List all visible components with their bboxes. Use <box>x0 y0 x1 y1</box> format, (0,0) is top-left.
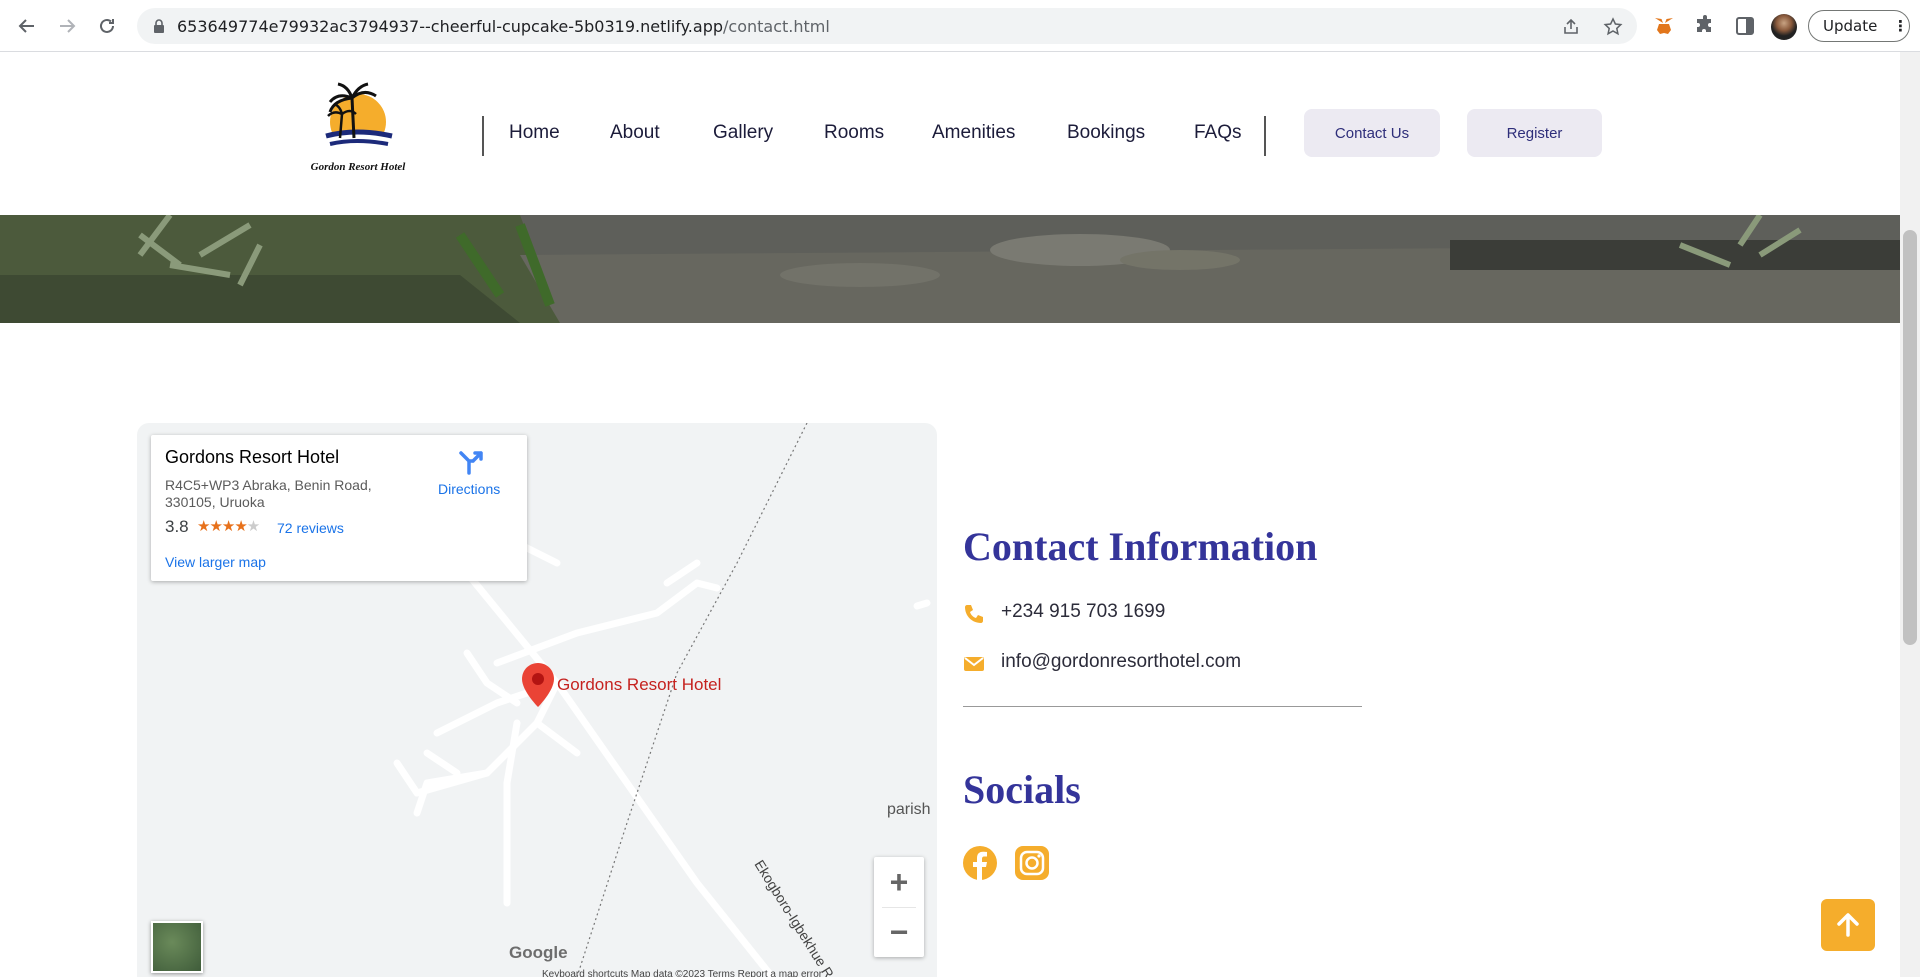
rating-stars: ★★★★★ <box>197 518 260 535</box>
place-rating: 3.8 <box>165 517 189 536</box>
map-parish-label: parish <box>887 801 931 818</box>
back-to-top-button[interactable] <box>1821 899 1875 951</box>
hero-photo-illustration <box>0 215 1900 323</box>
google-map-embed[interactable]: Gordons Resort Hotel parish Ekogboro-Igb… <box>137 423 937 977</box>
bookmark-star-icon[interactable] <box>1603 17 1623 37</box>
register-button[interactable]: Register <box>1467 109 1602 157</box>
arrow-up-icon <box>1837 913 1859 937</box>
map-place-card: Gordons Resort Hotel R4C5+WP3 Abraka, Be… <box>151 435 527 581</box>
browser-toolbar: 653649774e79932ac3794937--cheerful-cupca… <box>0 0 1920 52</box>
site-header: Gordon Resort Hotel Home About Gallery R… <box>0 52 1900 215</box>
contact-email[interactable]: info@gordonresorthotel.com <box>1001 651 1241 673</box>
nav-bookings[interactable]: Bookings <box>1067 122 1145 144</box>
google-logo: Google <box>509 943 568 962</box>
address-bar[interactable]: 653649774e79932ac3794937--cheerful-cupca… <box>137 8 1637 44</box>
section-divider <box>963 706 1362 707</box>
side-panel-icon[interactable] <box>1733 14 1757 38</box>
forward-icon[interactable] <box>54 13 80 39</box>
nav-faqs[interactable]: FAQs <box>1194 122 1242 144</box>
place-address: R4C5+WP3 Abraka, Benin Road, 330105, Uru… <box>165 477 372 510</box>
envelope-icon <box>964 657 984 671</box>
share-icon[interactable] <box>1561 17 1581 37</box>
map-pin-icon[interactable] <box>522 663 554 707</box>
nav-rooms[interactable]: Rooms <box>824 122 884 144</box>
instagram-icon[interactable] <box>1014 845 1050 881</box>
contact-heading: Contact Information <box>963 524 1318 569</box>
satellite-layer-toggle[interactable] <box>151 921 203 973</box>
update-button[interactable]: Update ⋮ <box>1808 10 1910 42</box>
page-scrollbar-thumb[interactable] <box>1903 230 1917 645</box>
socials-heading: Socials <box>963 767 1081 812</box>
gordon-resort-logo[interactable]: Gordon Resort Hotel <box>296 80 420 175</box>
reload-icon[interactable] <box>94 13 120 39</box>
more-menu-icon[interactable]: ⋮ <box>1893 17 1908 35</box>
lock-icon[interactable] <box>153 19 165 33</box>
nav-home[interactable]: Home <box>509 122 560 144</box>
profile-avatar[interactable] <box>1771 14 1797 40</box>
url-text[interactable]: 653649774e79932ac3794937--cheerful-cupca… <box>177 17 830 36</box>
phone-icon <box>965 605 983 623</box>
update-label: Update <box>1823 17 1878 35</box>
contact-us-button[interactable]: Contact Us <box>1304 109 1440 157</box>
nav-divider-right <box>1264 116 1266 156</box>
logo-text: Gordon Resort Hotel <box>311 161 407 173</box>
metamask-fox-icon[interactable] <box>1652 14 1676 38</box>
nav-divider-left <box>482 116 484 156</box>
reviews-link[interactable]: 72 reviews <box>277 520 344 536</box>
zoom-in-button[interactable]: + <box>874 857 924 907</box>
extensions-puzzle-icon[interactable] <box>1693 14 1717 38</box>
directions-icon[interactable] <box>457 449 485 477</box>
nav-about[interactable]: About <box>610 122 660 144</box>
nav-gallery[interactable]: Gallery <box>713 122 773 144</box>
back-icon[interactable] <box>14 13 40 39</box>
map-pin-label[interactable]: Gordons Resort Hotel <box>557 675 721 695</box>
zoom-out-button[interactable]: − <box>874 907 924 957</box>
contact-phone[interactable]: +234 915 703 1699 <box>1001 601 1165 623</box>
place-name: Gordons Resort Hotel <box>165 447 340 467</box>
hero-image <box>0 215 1900 323</box>
map-zoom-control: + − <box>874 857 924 957</box>
facebook-icon[interactable] <box>962 845 998 881</box>
directions-link[interactable]: Directions <box>438 481 500 497</box>
url-path: /contact.html <box>723 17 830 36</box>
map-footer-links[interactable]: Keyboard shortcuts Map data ©2023 Terms … <box>542 969 822 977</box>
view-larger-map-link[interactable]: View larger map <box>165 554 266 570</box>
url-host: 653649774e79932ac3794937--cheerful-cupca… <box>177 17 723 36</box>
nav-amenities[interactable]: Amenities <box>932 122 1015 144</box>
